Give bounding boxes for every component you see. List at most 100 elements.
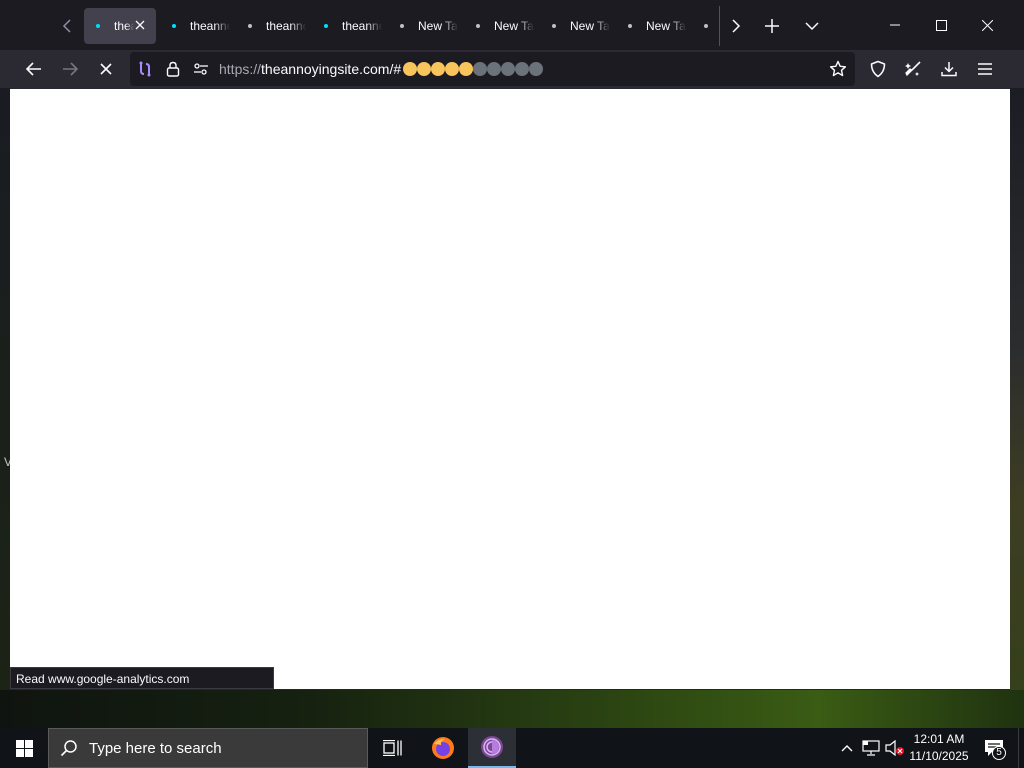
search-placeholder: Type here to search: [89, 739, 222, 757]
lock-icon: [166, 61, 180, 77]
taskbar-search-box[interactable]: Type here to search: [48, 728, 368, 768]
taskbar-clock[interactable]: 12:01 AM 11/10/2025: [906, 731, 972, 765]
show-hidden-icons-button[interactable]: [837, 738, 857, 758]
tab-title: New Tab: [418, 19, 458, 33]
progress-moon-full: [459, 62, 473, 76]
tab-loading-icon: [628, 24, 632, 28]
permissions-button[interactable]: [189, 57, 213, 81]
tab-8[interactable]: [692, 8, 714, 44]
network-tray-button[interactable]: [861, 738, 881, 758]
progress-moon-empty: [529, 62, 543, 76]
maximize-button[interactable]: [918, 0, 964, 50]
clock-time: 12:01 AM: [913, 732, 965, 746]
close-icon: [135, 20, 145, 30]
forward-button[interactable]: [54, 53, 86, 85]
tab-loading-icon: [96, 24, 100, 28]
tab-title: theannoyingsite.com: [190, 19, 230, 33]
task-view-button[interactable]: [368, 728, 416, 768]
tab-scroll-left-button[interactable]: [52, 8, 82, 44]
maximize-icon: [935, 19, 947, 31]
new-tab-button[interactable]: [756, 10, 788, 42]
tab-title: theannoyingsite.com: [342, 19, 382, 33]
desktop-background-bottom: [0, 690, 1024, 728]
tab-close-button[interactable]: [132, 17, 148, 33]
clean-button[interactable]: [897, 53, 929, 85]
progress-moon-full: [417, 62, 431, 76]
tab-loading-icon: [324, 24, 328, 28]
stop-loading-button[interactable]: [90, 53, 122, 85]
arrow-left-icon: [26, 62, 41, 76]
tab-5[interactable]: New Tab: [464, 8, 536, 44]
chevron-up-icon: [841, 745, 853, 752]
page-content[interactable]: [10, 89, 1010, 689]
bookmark-page-button[interactable]: [826, 57, 850, 81]
taskbar-firefox[interactable]: [419, 728, 467, 768]
close-window-button[interactable]: [964, 0, 1010, 50]
minimize-button[interactable]: [872, 0, 918, 50]
tab-1[interactable]: theannoyingsite.com: [160, 8, 232, 44]
tab-title: New Tab: [570, 19, 610, 33]
chevron-down-icon: [805, 22, 819, 31]
tab-loading-icon: [704, 24, 708, 28]
app-menu-button[interactable]: [969, 53, 1001, 85]
progress-moon-empty: [515, 62, 529, 76]
tab-loading-icon: [248, 24, 252, 28]
minimize-icon: [890, 24, 900, 26]
progress-moon-full: [431, 62, 445, 76]
browser-window: theannoyingsite.com theannoyingsite.com …: [0, 0, 1024, 690]
tab-4[interactable]: New Tab: [388, 8, 460, 44]
url-emoji-progress: [403, 62, 543, 76]
tab-0[interactable]: theannoyingsite.com: [84, 8, 156, 44]
task-view-icon: [383, 740, 402, 756]
action-center-button[interactable]: 5: [978, 728, 1010, 768]
progress-moon-empty: [473, 62, 487, 76]
tracking-protection-button[interactable]: [862, 53, 894, 85]
windows-logo-icon: [15, 739, 33, 757]
tab-title: theannoyingsite.com: [266, 19, 306, 33]
start-button[interactable]: [0, 728, 48, 768]
tab-loading-icon: [172, 24, 176, 28]
progress-moon-full: [403, 62, 417, 76]
url-host: theannoyingsite.com/#: [261, 61, 402, 77]
close-icon: [100, 63, 112, 75]
volume-tray-button[interactable]: [885, 738, 905, 758]
volume-muted-icon: [885, 740, 904, 756]
tab-loading-icon: [552, 24, 556, 28]
tab-bar: theannoyingsite.com theannoyingsite.com …: [0, 0, 1024, 50]
progress-moon-empty: [501, 62, 515, 76]
url-scheme: https://: [219, 61, 262, 77]
tab-6[interactable]: New Tab: [540, 8, 612, 44]
shield-icon: [870, 60, 886, 78]
plus-icon: [765, 19, 779, 33]
tor-browser-icon: [481, 736, 503, 758]
close-icon: [981, 19, 993, 31]
download-icon: [941, 62, 957, 77]
list-all-tabs-button[interactable]: [796, 10, 828, 42]
tab-loading-icon: [400, 24, 404, 28]
hamburger-menu-icon: [978, 63, 992, 75]
progress-moon-empty: [487, 62, 501, 76]
arrow-right-icon: [63, 62, 78, 76]
tab-2[interactable]: theannoyingsite.com: [236, 8, 308, 44]
taskbar-tor-browser[interactable]: [468, 728, 516, 768]
extension-icon[interactable]: [133, 57, 157, 81]
star-icon: [829, 60, 847, 77]
puzzle-link-icon: [139, 61, 151, 77]
progress-moon-full: [445, 62, 459, 76]
back-button[interactable]: [18, 53, 50, 85]
broom-sparkle-icon: [905, 61, 921, 77]
downloads-button[interactable]: [933, 53, 965, 85]
tab-scroll-right-button[interactable]: [720, 10, 752, 42]
tab-3[interactable]: theannoyingsite.com: [312, 8, 384, 44]
taskbar: Type here to search 12:01 AM 11/10/2025 …: [0, 728, 1024, 768]
address-bar[interactable]: https://theannoyingsite.com/#: [130, 52, 855, 86]
url-text[interactable]: https://theannoyingsite.com/#: [219, 61, 401, 77]
status-panel: Read www.google-analytics.com: [10, 667, 274, 689]
chevron-right-icon: [732, 19, 741, 33]
tab-title: theannoyingsite.com: [114, 19, 134, 33]
show-desktop-button[interactable]: [1018, 728, 1024, 768]
site-security-button[interactable]: [161, 57, 185, 81]
tab-title: New Tab: [494, 19, 534, 33]
tab-7[interactable]: New Tab: [616, 8, 688, 44]
navigation-toolbar: https://theannoyingsite.com/#: [0, 50, 1024, 88]
